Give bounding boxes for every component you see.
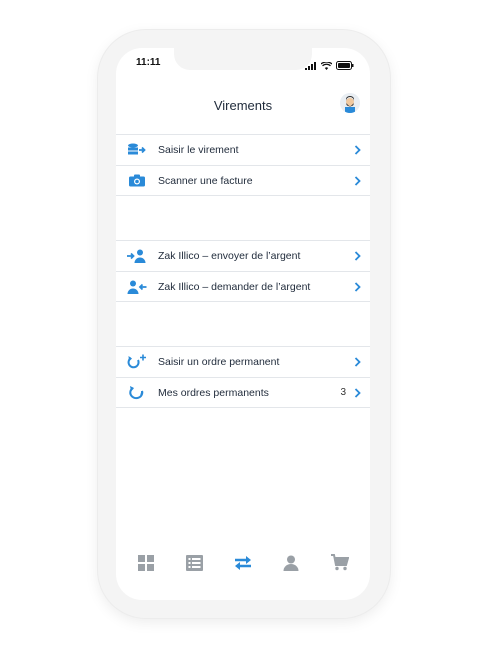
tab-transfers[interactable]	[231, 553, 255, 577]
status-time: 11:11	[136, 57, 161, 68]
list-item-saisir-virement[interactable]: Saisir le virement	[116, 134, 370, 165]
chevron-right-icon	[354, 281, 362, 292]
chevron-right-icon	[354, 251, 362, 261]
transfer-database-icon	[126, 143, 148, 157]
recurring-icon	[126, 385, 148, 401]
list-item-label: Zak Illico – demander de l’argent	[158, 280, 311, 293]
status-icons	[305, 57, 354, 75]
tab-dashboard[interactable]	[134, 553, 158, 577]
list-item-zak-demander[interactable]: Zak Illico – demander de l’argent	[116, 271, 370, 302]
battery-icon	[336, 57, 354, 75]
wifi-icon	[320, 57, 333, 75]
transfer-arrows-icon	[233, 555, 253, 576]
list-item-scanner-facture[interactable]: Scanner une facture	[116, 165, 370, 196]
person-request-icon	[126, 280, 148, 294]
list-item-zak-envoyer[interactable]: Zak Illico – envoyer de l’argent	[116, 240, 370, 271]
signal-icon	[305, 57, 317, 75]
tab-transactions[interactable]	[183, 553, 207, 577]
list-item-label: Zak Illico – envoyer de l’argent	[158, 250, 301, 262]
list-item-label: Saisir le virement	[158, 144, 239, 156]
camera-icon	[126, 174, 148, 187]
avatar[interactable]	[340, 93, 360, 113]
chevron-right-icon	[354, 387, 362, 398]
person-icon	[283, 555, 299, 576]
list-item-mes-ordres-permanents[interactable]: Mes ordres permanents 3	[116, 377, 370, 408]
chevron-right-icon	[354, 145, 362, 155]
grid-icon	[138, 554, 155, 576]
list-item-label: Saisir un ordre permanent	[158, 356, 280, 368]
notch	[174, 48, 312, 70]
chevron-right-icon	[354, 175, 362, 186]
phone-screen: 11:11 Virements Saisir le virement Scann…	[116, 48, 370, 600]
tab-profile[interactable]	[279, 553, 303, 577]
list-item-saisir-ordre-permanent[interactable]: Saisir un ordre permanent	[116, 346, 370, 377]
list-item-label: Mes ordres permanents	[158, 386, 269, 399]
tab-bar	[116, 552, 370, 578]
cart-icon	[330, 554, 350, 576]
chevron-right-icon	[354, 357, 362, 367]
recurring-add-icon	[126, 354, 148, 370]
page-title: Virements	[213, 98, 273, 113]
tab-shop[interactable]	[328, 553, 352, 577]
list-icon	[186, 554, 204, 576]
list-item-label: Scanner une facture	[158, 174, 253, 187]
person-send-icon	[126, 249, 148, 263]
count-badge: 3	[340, 387, 346, 398]
